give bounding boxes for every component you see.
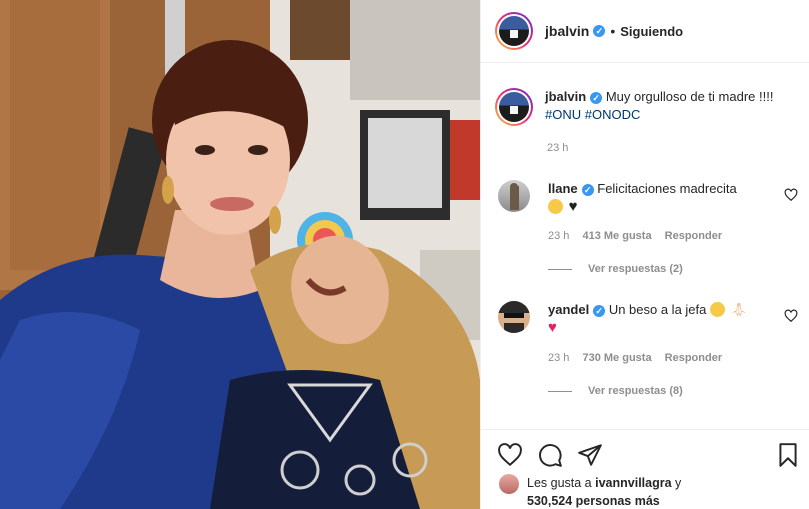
view-replies-label: Ver respuestas (2) <box>588 263 683 275</box>
comment-time: 23 h <box>548 352 570 364</box>
likes-count[interactable]: 530,524 <box>527 494 572 508</box>
view-replies-button[interactable]: Ver respuestas (8) <box>548 385 683 397</box>
comment-text: Un beso a la jefa <box>608 302 707 317</box>
author-avatar[interactable] <box>495 12 533 50</box>
header-separator: • <box>610 23 616 39</box>
reply-button[interactable]: Responder <box>665 352 722 364</box>
like-comment-icon[interactable] <box>784 309 798 323</box>
author-username[interactable]: jbalvin <box>545 23 589 39</box>
comment-body: llane ✓ Felicitaciones madrecita ♥ <box>548 180 768 216</box>
verified-badge-icon: ✓ <box>590 91 603 104</box>
verified-badge-icon: ✓ <box>593 304 606 317</box>
commenter-username[interactable]: yandel <box>548 302 589 317</box>
caption: jbalvin ✓ Muy orgulloso de ti madre !!!! … <box>495 88 795 154</box>
replies-divider <box>548 390 572 392</box>
liker-username[interactable]: ivannvillagra <box>595 476 671 490</box>
likes-summary: Les gusta a ivannvillagra y 530,524 pers… <box>499 474 681 509</box>
reply-button[interactable]: Responder <box>665 230 722 242</box>
comment-time: 23 h <box>548 230 570 242</box>
liker-avatar[interactable] <box>499 474 519 494</box>
likes-more[interactable]: personas más <box>576 494 660 508</box>
commenter-avatar[interactable] <box>498 180 530 212</box>
commenter-avatar[interactable] <box>498 301 530 333</box>
following-button[interactable]: Siguiendo <box>620 24 683 39</box>
caption-username[interactable]: jbalvin <box>545 89 586 104</box>
post-side-panel: jbalvin ✓ • Siguiendo jbalvin ✓ Muy orgul… <box>480 0 809 509</box>
post-actions: Les gusta a ivannvillagra y 530,524 pers… <box>481 429 809 509</box>
comment-meta: 23 h 730 Me gusta Responder <box>548 352 732 364</box>
heart-icon[interactable] <box>497 442 523 468</box>
share-icon[interactable] <box>577 442 603 468</box>
comment-text: Felicitaciones madrecita <box>597 181 737 196</box>
comment-likes[interactable]: 730 Me gusta <box>582 352 651 364</box>
caption-timestamp: 23 h <box>547 142 569 154</box>
comment-meta: 23 h 413 Me gusta Responder <box>548 230 732 242</box>
post-header: jbalvin ✓ • Siguiendo <box>481 0 809 63</box>
verified-badge-icon: ✓ <box>593 25 606 37</box>
likes-prefix: Les gusta a <box>527 476 592 490</box>
black-heart-emoji-icon: ♥ <box>568 198 578 215</box>
hashtag-link[interactable]: #ONU <box>545 107 581 122</box>
view-replies-label: Ver respuestas (8) <box>588 385 683 397</box>
post-photo[interactable] <box>0 0 480 509</box>
caption-avatar[interactable] <box>495 88 533 126</box>
caption-body: Muy orgulloso de ti madre !!!! <box>605 89 774 104</box>
pray-emoji-icon: 🙏︎ <box>730 302 748 317</box>
verified-badge-icon: ✓ <box>581 183 594 196</box>
replies-divider <box>548 268 572 270</box>
commenter-username[interactable]: llane <box>548 181 578 196</box>
comments-list[interactable]: jbalvin ✓ Muy orgulloso de ti madre !!!! … <box>481 64 809 429</box>
comment-likes[interactable]: 413 Me gusta <box>582 230 651 242</box>
caption-text: jbalvin ✓ Muy orgulloso de ti madre !!!! … <box>545 88 785 126</box>
bookmark-icon[interactable] <box>775 442 801 468</box>
grin-emoji-icon <box>548 199 563 214</box>
red-heart-emoji-icon: ♥ <box>548 319 557 336</box>
kiss-emoji-icon <box>710 302 726 317</box>
comment-icon[interactable] <box>537 442 563 468</box>
view-replies-button[interactable]: Ver respuestas (2) <box>548 263 683 275</box>
like-comment-icon[interactable] <box>784 188 798 202</box>
comment-body: yandel ✓ Un beso a la jefa 🙏︎ ♥ <box>548 301 768 337</box>
likes-suffix: y <box>675 476 682 490</box>
hashtag-link[interactable]: #ONODC <box>585 107 641 122</box>
photo-illustration <box>0 0 480 509</box>
